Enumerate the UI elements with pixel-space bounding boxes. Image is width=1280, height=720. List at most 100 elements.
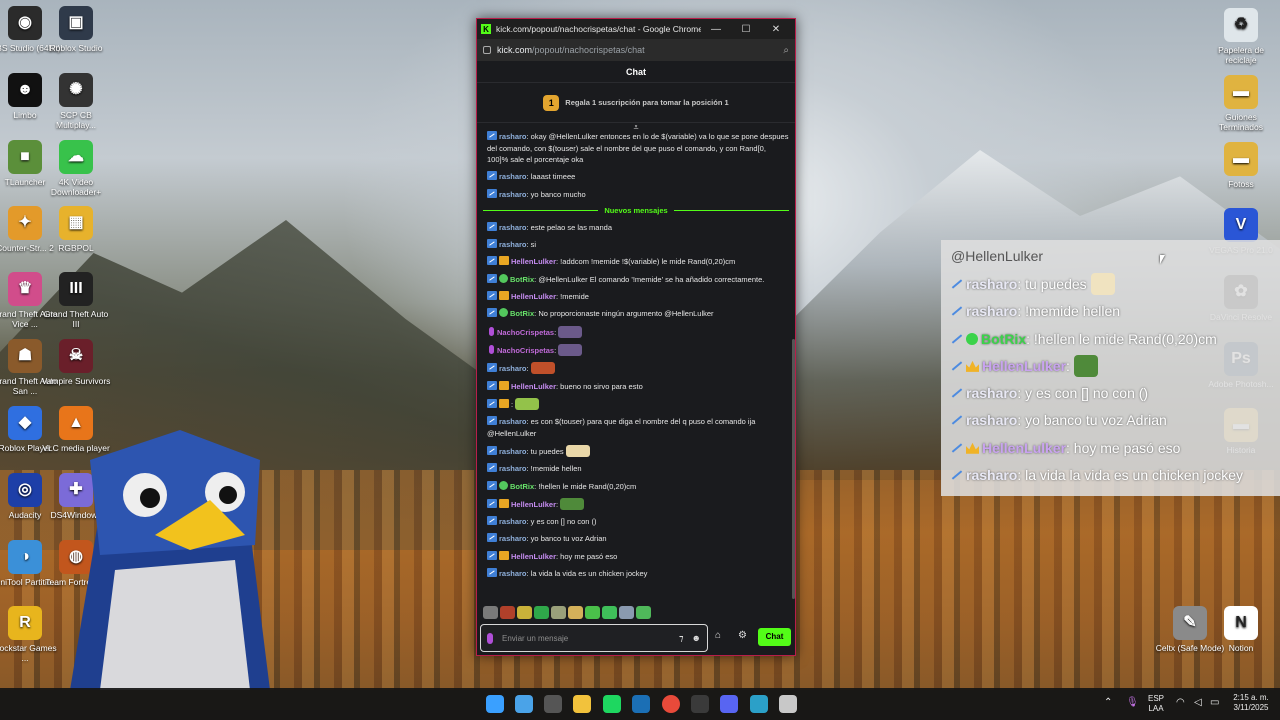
address-bar[interactable]: kick.com/popout/nachocrispetas/chat ⌕ — [477, 39, 795, 61]
spotify-icon[interactable] — [603, 695, 621, 713]
quick-emote-icon[interactable] — [500, 606, 515, 619]
chat-send-button[interactable]: Chat — [758, 628, 791, 646]
quick-emote-icon[interactable] — [551, 606, 566, 619]
chat-username[interactable]: rasharo — [499, 417, 527, 426]
chat-message[interactable]: HellenLulker: hoy me pasó eso — [483, 550, 789, 563]
chat-username[interactable]: rasharo — [499, 132, 527, 141]
minimize-icon[interactable]: — — [701, 24, 731, 35]
quick-emote-icon[interactable] — [517, 606, 532, 619]
chat-message[interactable]: rasharo: laaast timeee — [483, 171, 789, 183]
desktop-shortcut[interactable]: R Rockstar Games ... — [0, 606, 61, 663]
chat-message[interactable]: rasharo: yo banco tu voz Adrian — [483, 533, 789, 545]
window-titlebar[interactable]: K kick.com/popout/nachocrispetas/chat - … — [477, 19, 795, 39]
chat-message[interactable]: NachoCrispetas: — [483, 343, 789, 357]
chat-message[interactable]: HellenLulker: !memide — [483, 291, 789, 303]
chat-message[interactable]: BotRix: !hellen le mide Rand(0,20)cm — [483, 480, 789, 493]
quick-emote-icon[interactable] — [585, 606, 600, 619]
chat-message[interactable]: BotRix: @HellenLulker El comando '!memid… — [483, 273, 789, 286]
chat-username[interactable]: BotRix — [510, 275, 534, 284]
obs-taskbar-icon[interactable] — [691, 695, 709, 713]
chat-message[interactable]: HellenLulker: bueno no sirvo para esto — [483, 380, 789, 393]
chat-message[interactable]: HellenLulker: !addcom !memide !$(variabl… — [483, 256, 789, 268]
chat-scrollbar[interactable] — [792, 339, 795, 599]
chat-message[interactable]: : — [483, 397, 789, 411]
site-info-icon[interactable] — [483, 46, 491, 54]
chat-message[interactable]: rasharo: tu puedes — [483, 444, 789, 458]
quick-emote-icon[interactable] — [602, 606, 617, 619]
desktop-shortcut[interactable]: ♻ Papelera de reciclaje — [1205, 8, 1277, 65]
chat-message[interactable]: rasharo: este pelao se las manda — [483, 221, 789, 234]
chat-input-placeholder[interactable]: Enviar un mensaje — [502, 634, 671, 643]
chat-username[interactable]: rasharo — [499, 172, 527, 181]
quick-emote-icon[interactable] — [636, 606, 651, 619]
discord-icon[interactable] — [720, 695, 738, 713]
close-icon[interactable]: ✕ — [761, 24, 791, 35]
chat-username[interactable]: HellenLulker — [511, 552, 556, 561]
chat-username[interactable]: HellenLulker — [511, 257, 556, 266]
gallery-icon[interactable] — [515, 695, 533, 713]
gift-icon[interactable]: ⌂ — [715, 630, 721, 641]
search-icon[interactable]: ⌕ — [783, 45, 789, 56]
chrome-icon[interactable] — [662, 695, 680, 713]
chat-message[interactable]: rasharo: — [483, 362, 789, 375]
desktop-shortcut[interactable]: III Grand Theft Auto III — [40, 272, 112, 329]
chat-username[interactable]: rasharo — [499, 364, 527, 373]
chat-message[interactable]: rasharo: es con $(touser) para que diga … — [483, 416, 789, 439]
chat-message[interactable]: rasharo: okay @HellenLulker entonces en … — [483, 131, 789, 166]
battery-icon[interactable]: ▭ — [1210, 698, 1219, 708]
desktop-shortcut[interactable]: ☠ Vampire Survivors — [40, 339, 112, 386]
clock[interactable]: 2:15 a. m. 3/11/2025 — [1228, 693, 1274, 713]
chat-input[interactable]: Enviar un mensaje ⁊ ☻ — [480, 624, 708, 652]
chat-username[interactable]: HellenLulker — [511, 382, 556, 391]
chat-username[interactable]: HellenLulker — [511, 292, 556, 301]
chat-username[interactable]: rasharo — [499, 534, 527, 543]
terminal-icon[interactable] — [544, 695, 562, 713]
edge-icon[interactable] — [750, 695, 768, 713]
language-indicator[interactable]: ESP LAA — [1148, 694, 1164, 714]
chrome-popout-window[interactable]: K kick.com/popout/nachocrispetas/chat - … — [476, 18, 796, 656]
settings-gear-icon[interactable]: ⚙ — [738, 630, 747, 641]
chat-message[interactable]: HellenLulker: — [483, 497, 789, 511]
chat-username[interactable]: NachoCrispetas — [497, 346, 554, 355]
windows-start-icon[interactable] — [486, 695, 504, 713]
desktop-shortcut[interactable]: ▬ Guiones Terminados — [1205, 75, 1277, 132]
chat-username[interactable]: rasharo — [499, 240, 527, 249]
emoji-icon[interactable]: ☻ — [692, 633, 701, 643]
chat-username[interactable]: rasharo — [499, 569, 527, 578]
chat-username[interactable]: rasharo — [499, 447, 527, 456]
chat-username[interactable]: rasharo — [499, 517, 527, 526]
chat-username[interactable]: NachoCrispetas — [497, 328, 554, 337]
quick-emote-icon[interactable] — [534, 606, 549, 619]
desktop-shortcut[interactable]: ☁ 4K Video Downloader+ — [40, 140, 112, 197]
desktop-shortcut[interactable]: ▦ RGBPOL — [40, 206, 112, 253]
scroll-down-chevron-icon[interactable]: ⩡ — [477, 123, 795, 132]
url-text[interactable]: kick.com/popout/nachocrispetas/chat — [497, 45, 783, 55]
volume-icon[interactable]: ◁ — [1194, 698, 1202, 708]
wifi-icon[interactable]: ◠ — [1176, 698, 1185, 708]
chat-username[interactable]: rasharo — [499, 190, 527, 199]
chat-username[interactable]: HellenLulker — [511, 500, 556, 509]
notepad-icon[interactable] — [779, 695, 797, 713]
desktop-shortcut[interactable]: ▬ Fotoss — [1205, 142, 1277, 189]
microphone-icon[interactable]: 🎙 — [1126, 698, 1139, 708]
maximize-icon[interactable]: ☐ — [731, 24, 761, 35]
desktop-shortcut[interactable]: ▣ Roblox Studio — [40, 6, 112, 53]
show-hidden-icons-chevron-icon[interactable]: ⌃ — [1104, 698, 1112, 708]
pinned-gift-banner[interactable]: 1 Regala 1 suscripción para tomar la pos… — [477, 83, 795, 123]
chat-username[interactable]: BotRix — [510, 309, 534, 318]
file-explorer-icon[interactable] — [573, 695, 591, 713]
chat-message[interactable]: BotRix: No proporcionaste ningún argumen… — [483, 308, 789, 320]
desktop-shortcut[interactable]: ✺ SCP CB Multiplay... — [40, 73, 112, 130]
desktop-shortcut[interactable]: N Notion — [1205, 606, 1277, 653]
steam-icon[interactable] — [632, 695, 650, 713]
chat-message[interactable]: rasharo: la vida la vida es un chicken j… — [483, 568, 789, 580]
chat-username[interactable]: BotRix — [510, 482, 534, 491]
quick-emote-icon[interactable] — [568, 606, 583, 619]
chat-message[interactable]: NachoCrispetas: — [483, 325, 789, 339]
chat-username[interactable]: rasharo — [499, 464, 527, 473]
chat-message[interactable]: rasharo: yo banco mucho — [483, 188, 789, 201]
chat-message[interactable]: rasharo: y es con [] no con () — [483, 516, 789, 528]
quick-emote-icon[interactable] — [619, 606, 634, 619]
chat-message[interactable]: rasharo: !memide hellen — [483, 463, 789, 475]
quick-emote-icon[interactable] — [483, 606, 498, 619]
